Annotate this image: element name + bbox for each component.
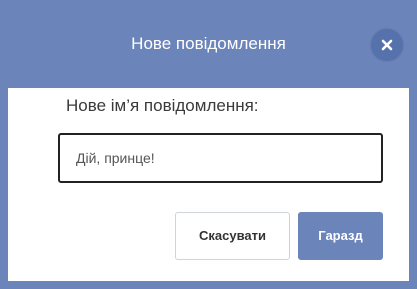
close-button[interactable] (371, 29, 403, 61)
input-prompt-label: Нове ім’я повідомлення: (66, 96, 259, 115)
dialog-header: Нове повідомлення (8, 0, 409, 88)
message-name-input[interactable] (58, 133, 383, 183)
dialog-title: Нове повідомлення (131, 34, 286, 53)
cancel-button[interactable]: Скасувати (175, 212, 290, 260)
ok-button[interactable]: Гаразд (298, 212, 383, 260)
close-icon (381, 39, 393, 51)
new-message-dialog: Нове повідомлення Нове ім’я повідомлення… (0, 0, 417, 289)
